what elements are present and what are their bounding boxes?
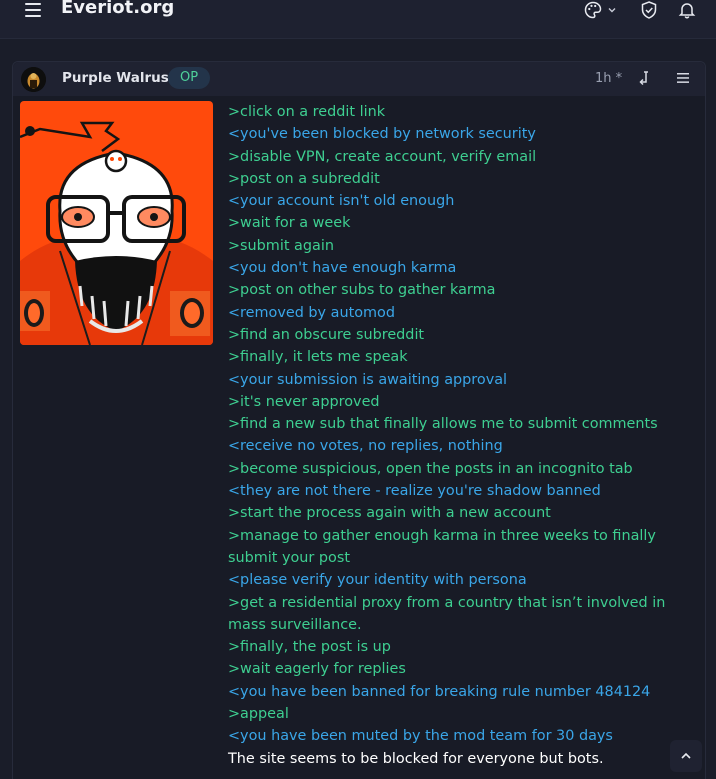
greentext-line: >disable VPN, create account, verify ema… xyxy=(228,148,537,165)
greentext-line: >submit again xyxy=(228,237,334,254)
greentext-line: >post on other subs to gather karma xyxy=(228,282,496,299)
chevron-up-icon xyxy=(681,752,691,759)
greentext-line: >find an obscure subreddit xyxy=(228,326,425,343)
sort-icon[interactable] xyxy=(637,70,653,90)
greentext-line: >it's never approved xyxy=(228,393,380,410)
shield-check-icon[interactable] xyxy=(638,0,660,20)
greentext-line: >get a residential proxy from a country … xyxy=(228,594,670,633)
bluetext-line: <your submission is awaiting approval xyxy=(228,371,508,388)
greentext-line: >find a new sub that finally allows me t… xyxy=(228,416,658,433)
top-navbar: Everiot.org xyxy=(0,0,716,39)
bluetext-line: <removed by automod xyxy=(228,304,395,321)
post-author[interactable]: Purple Walrus xyxy=(62,70,169,86)
post-timestamp[interactable]: 1h * xyxy=(595,71,622,86)
bluetext-line: <you have been banned for breaking rule … xyxy=(228,683,651,700)
palette-icon[interactable] xyxy=(582,0,604,20)
op-badge: OP xyxy=(168,67,211,89)
bell-icon[interactable] xyxy=(676,0,698,20)
greentext-line: >manage to gather enough karma in three … xyxy=(228,527,661,566)
bluetext-line: <your account isn't old enough xyxy=(228,193,455,210)
greentext-line: >become suspicious, open the posts in an… xyxy=(228,460,633,477)
post-thumbnail[interactable] xyxy=(20,101,213,345)
scroll-to-top-button[interactable] xyxy=(670,740,702,772)
post-menu-icon[interactable] xyxy=(675,70,691,90)
bluetext-line: <receive no votes, no replies, nothing xyxy=(228,438,503,455)
greentext-line: >start the process again with a new acco… xyxy=(228,505,551,522)
avatar[interactable] xyxy=(21,67,46,92)
greentext-line: >click on a reddit link xyxy=(228,104,386,120)
post-header: Purple Walrus OP 1h * xyxy=(13,62,705,96)
greentext-line: >wait for a week xyxy=(228,215,351,232)
bluetext-line: <they are not there - realize you're sha… xyxy=(228,483,601,500)
chevron-down-icon[interactable] xyxy=(606,0,618,20)
bluetext-line: <you don't have enough karma xyxy=(228,260,457,277)
bluetext-line: <you've been blocked by network security xyxy=(228,126,536,143)
greentext-line: >finally, the post is up xyxy=(228,639,391,656)
post-text-line: The site seems to be blocked for everyon… xyxy=(228,750,604,767)
greentext-line: >appeal xyxy=(228,706,289,723)
menu-icon[interactable] xyxy=(25,3,41,17)
bluetext-line: <you have been muted by the mod team for… xyxy=(228,728,613,745)
post-body: >click on a reddit link <you've been bloc… xyxy=(228,101,698,770)
bluetext-line: <please verify your identity with person… xyxy=(228,572,527,589)
site-title[interactable]: Everiot.org xyxy=(61,0,174,18)
greentext-line: >wait eagerly for replies xyxy=(228,661,406,678)
greentext-line: >post on a subreddit xyxy=(228,170,380,187)
greentext-line: >finally, it lets me speak xyxy=(228,349,408,366)
